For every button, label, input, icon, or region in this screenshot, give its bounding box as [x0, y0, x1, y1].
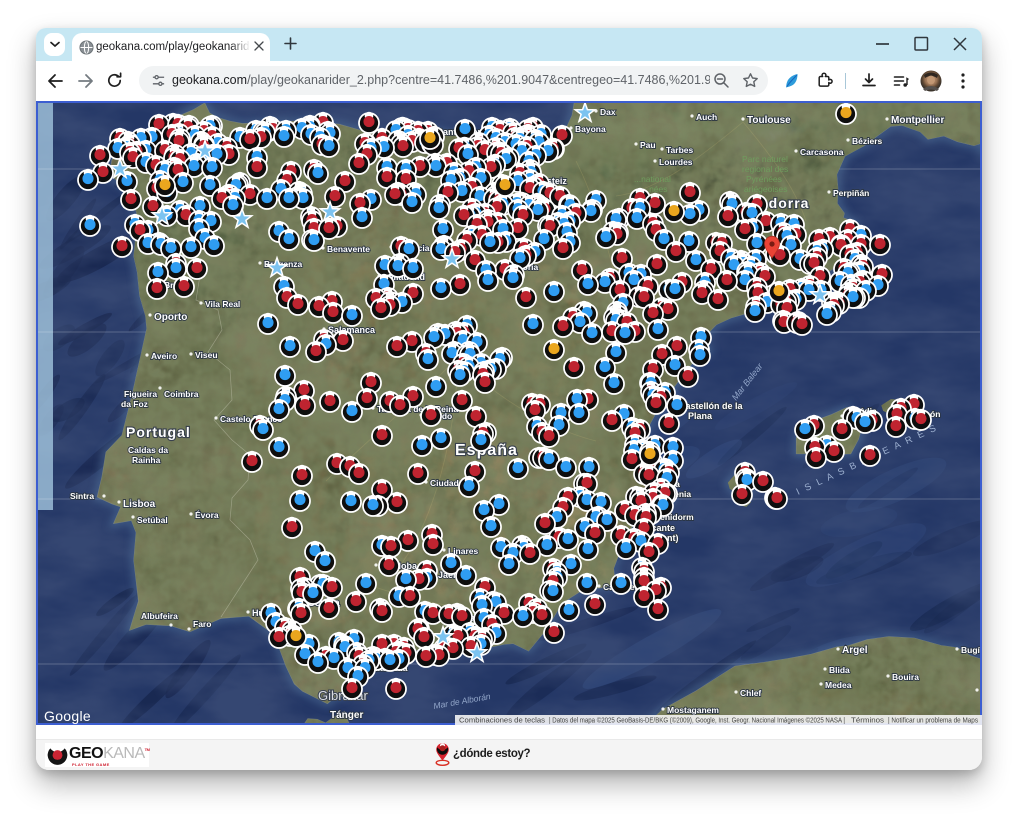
svg-text:| Datos del mapa ©2025 GeoBasi: | Datos del mapa ©2025 GeoBasis-DE/BKG (…	[549, 717, 845, 725]
svg-text:Dax: Dax	[600, 107, 616, 117]
svg-text:Aveiro: Aveiro	[151, 351, 177, 361]
svg-text:regional des: regional des	[742, 164, 788, 174]
svg-text:| Notificar un problema de Map: | Notificar un problema de Maps	[888, 718, 978, 725]
svg-text:Tarbes: Tarbes	[666, 145, 694, 155]
svg-text:Benavente: Benavente	[327, 244, 370, 254]
svg-text:Oporto: Oporto	[154, 312, 187, 323]
svg-text:Portugal: Portugal	[126, 424, 191, 440]
svg-text:Tánger: Tánger	[330, 710, 363, 721]
svg-text:Bayona: Bayona	[575, 124, 606, 134]
svg-text:Pau: Pau	[640, 140, 656, 150]
svg-text:Béziers: Béziers	[852, 136, 883, 146]
svg-text:Chlef: Chlef	[740, 688, 761, 698]
svg-text:Toulouse: Toulouse	[747, 115, 791, 126]
svg-text:Mostaganem: Mostaganem	[667, 705, 719, 715]
svg-text:Bouira: Bouira	[892, 672, 919, 682]
svg-text:Faro: Faro	[193, 619, 211, 629]
svg-text:Medea: Medea	[825, 680, 852, 690]
svg-text:Rainha: Rainha	[132, 455, 161, 465]
svg-text:Pyrénées: Pyrénées	[746, 174, 782, 184]
svg-text:Combinaciones de teclas: Combinaciones de teclas	[459, 718, 546, 725]
svg-text:Google: Google	[44, 708, 91, 724]
svg-text:Montpellier: Montpellier	[891, 115, 944, 126]
svg-text:Términos: Términos	[851, 718, 885, 725]
svg-text:Parc naturel: Parc naturel	[742, 154, 788, 164]
svg-text:Lisboa: Lisboa	[123, 499, 156, 510]
svg-text:Lourdes: Lourdes	[659, 157, 693, 167]
svg-text:Figueira: Figueira	[124, 389, 157, 399]
svg-text:Castellón de la: Castellón de la	[679, 401, 744, 411]
svg-text:Blida: Blida	[829, 665, 850, 675]
svg-text:Setúbal: Setúbal	[137, 515, 168, 525]
svg-text:Vila Real: Vila Real	[205, 299, 240, 309]
svg-text:ariégeoises: ariégeoises	[744, 184, 787, 194]
svg-text:Argel: Argel	[842, 645, 868, 656]
svg-text:Perpiñán: Perpiñán	[833, 188, 869, 198]
svg-text:Évora: Évora	[195, 510, 219, 520]
svg-text:da Foz: da Foz	[121, 399, 148, 409]
svg-text:Albufeira: Albufeira	[141, 611, 178, 621]
svg-text:Sintra: Sintra	[70, 491, 94, 501]
svg-text:Bugía: Bugía	[961, 645, 982, 655]
svg-text:Caldas da: Caldas da	[128, 445, 168, 455]
svg-text:Plana: Plana	[688, 411, 713, 421]
svg-text:Coimbra: Coimbra	[164, 389, 199, 399]
svg-text:Viseu: Viseu	[195, 350, 218, 360]
svg-text:...national: ...national	[634, 174, 671, 184]
svg-text:Carcasona: Carcasona	[800, 147, 844, 157]
svg-text:Auch: Auch	[696, 112, 717, 122]
